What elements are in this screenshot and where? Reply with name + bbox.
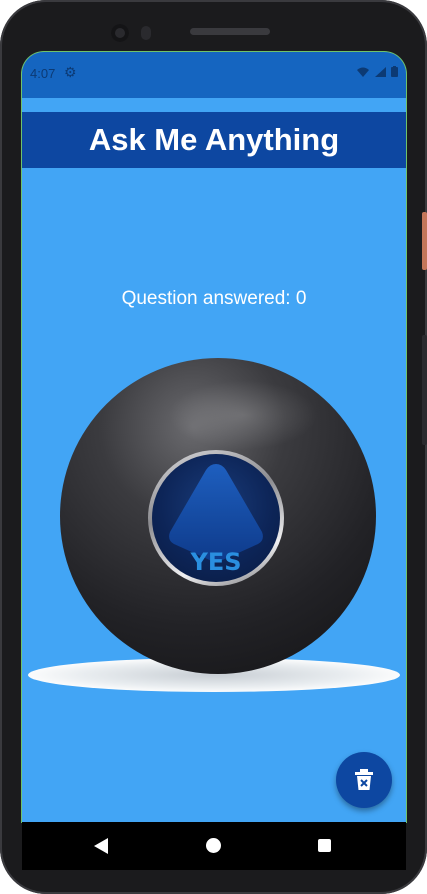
ball-highlight <box>168 380 318 450</box>
status-icons <box>357 66 398 80</box>
recents-icon[interactable] <box>318 839 331 852</box>
status-bar: 4:07 ⚙ <box>22 52 406 98</box>
answer-text: YES <box>190 548 242 576</box>
battery-icon <box>391 66 398 77</box>
power-button <box>422 212 427 270</box>
gear-icon: ⚙ <box>64 64 77 80</box>
volume-button <box>422 335 427 445</box>
front-camera <box>111 24 129 42</box>
reset-fab-button[interactable] <box>336 752 392 808</box>
front-sensor <box>141 26 151 40</box>
phone-frame: 4:07 ⚙ Ask Me Anything Question answered… <box>0 0 427 894</box>
wifi-icon <box>357 67 370 77</box>
app-screen: 4:07 ⚙ Ask Me Anything Question answered… <box>22 52 406 822</box>
earpiece-speaker <box>190 28 270 35</box>
status-time: 4:07 <box>30 66 56 81</box>
app-bar: Ask Me Anything <box>22 112 406 168</box>
page-title: Ask Me Anything <box>88 122 340 157</box>
system-nav-bar <box>22 822 406 870</box>
back-icon[interactable] <box>94 838 108 854</box>
signal-icon <box>374 67 386 77</box>
question-counter: Question answered: 0 <box>121 288 307 309</box>
delete-icon <box>355 769 373 790</box>
magic-ball-button[interactable]: YES <box>22 352 406 702</box>
home-icon[interactable] <box>206 838 221 853</box>
